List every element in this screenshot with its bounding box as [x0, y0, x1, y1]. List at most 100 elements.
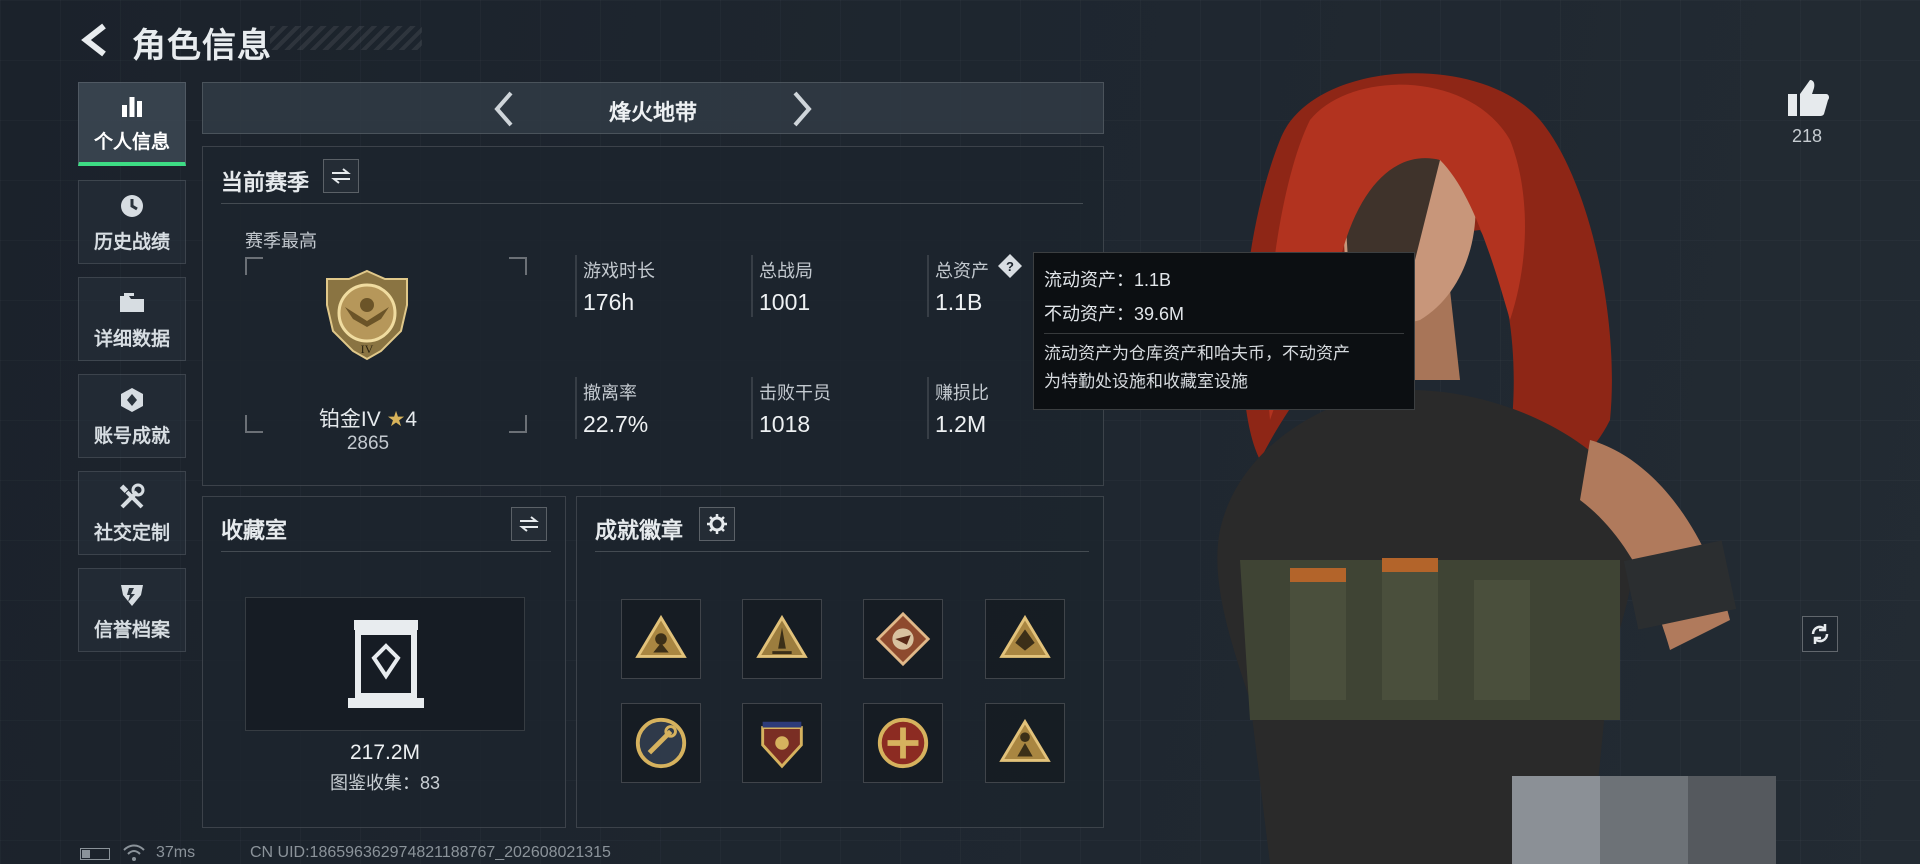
- display-case-icon: [348, 620, 424, 708]
- achievement-badge[interactable]: [985, 703, 1065, 783]
- stat-divider: [927, 255, 929, 317]
- stat-label: 游戏时长: [583, 261, 655, 281]
- sidebar-item-label: 账号成就: [93, 425, 170, 447]
- map-name: 烽火地带: [608, 100, 697, 125]
- sidebar-item-label: 社交定制: [93, 522, 170, 544]
- achievement-badge[interactable]: [863, 703, 943, 783]
- collection-title: 收藏室: [221, 518, 288, 543]
- clock-icon: [121, 194, 143, 217]
- stat-divider: [751, 377, 753, 439]
- achievements-title: 成就徽章: [595, 518, 684, 543]
- frame-corner: [245, 257, 263, 275]
- fixed-assets: 不动资产：39.6M: [1044, 304, 1185, 324]
- bar-chart-icon: [122, 97, 142, 117]
- rank-name: 铂金IV: [318, 408, 381, 431]
- achievement-badge[interactable]: [621, 703, 701, 783]
- divider: [595, 551, 1089, 552]
- stat-divider: [751, 255, 753, 317]
- rank-numeral: IV: [361, 342, 374, 356]
- triangle-rocket-icon: [756, 614, 808, 658]
- cross-badge-icon: [877, 717, 929, 769]
- triangle-figure-icon: [999, 718, 1051, 762]
- switch-collection-button[interactable]: [511, 507, 547, 541]
- frame-corner: [509, 415, 527, 433]
- stat-divider: [575, 377, 577, 439]
- sidebar-item-label: 详细数据: [93, 328, 170, 350]
- folder-icon: [120, 292, 144, 312]
- divider: [221, 551, 551, 552]
- page-title: 角色信息: [132, 27, 272, 65]
- sidebar-item-detailed-data[interactable]: 详细数据: [78, 277, 186, 361]
- achievement-badge[interactable]: [742, 703, 822, 783]
- rotate-model-button[interactable]: [1802, 616, 1838, 652]
- achievement-badge[interactable]: [621, 599, 701, 679]
- frame-corner: [509, 257, 527, 275]
- sidebar-item-achievements[interactable]: 账号成就: [78, 374, 186, 458]
- back-arrow-icon: [81, 23, 106, 57]
- achievement-badge[interactable]: [863, 599, 943, 679]
- season-best-label: 赛季最高: [245, 231, 317, 251]
- triangle-emblem-icon: [999, 614, 1051, 658]
- frame-corner: [245, 415, 263, 433]
- overlay-block: [1688, 776, 1776, 864]
- stat-label: 击败干员: [759, 383, 831, 403]
- battery-icon: [80, 848, 110, 860]
- tooltip-desc-2: 为特勤处设施和收藏室设施: [1044, 372, 1248, 391]
- stars-shield-badge-icon: [761, 721, 803, 769]
- collection-preview[interactable]: [245, 597, 525, 731]
- star-icon: ★: [386, 408, 406, 431]
- chevron-right-icon: [793, 91, 812, 127]
- divider: [221, 203, 1083, 204]
- switch-season-button[interactable]: [323, 159, 359, 193]
- thumbs-up-icon: [1788, 80, 1830, 116]
- sidebar-item-social-custom[interactable]: 社交定制: [78, 471, 186, 555]
- stat-value: 22.7%: [583, 411, 649, 437]
- achievement-badge[interactable]: [985, 599, 1065, 679]
- svg-text:?: ?: [1006, 259, 1014, 274]
- collection-value: 217.2M: [349, 741, 421, 764]
- rank-row: 铂金IV ★4: [283, 403, 453, 433]
- swap-icon: [519, 516, 539, 532]
- tooltip-desc-1: 流动资产为仓库资产和哈夫币，不动资产: [1044, 344, 1350, 363]
- sidebar-item-personal-info[interactable]: 个人信息: [78, 82, 186, 166]
- achievement-settings-button[interactable]: [699, 507, 735, 541]
- overlay-block: [1600, 776, 1688, 864]
- next-map-button[interactable]: [787, 89, 817, 129]
- sidebar-item-label: 历史战绩: [93, 231, 170, 253]
- stat-divider: [575, 255, 577, 317]
- swap-icon: [331, 168, 351, 184]
- tools-icon: [119, 483, 145, 508]
- rank-stars: 4: [405, 408, 418, 431]
- diamond-beast-icon: [875, 611, 931, 667]
- shield-icon: [121, 584, 143, 606]
- sidebar-item-credit-record[interactable]: 信誉档案: [78, 568, 186, 652]
- stat-value: 176h: [583, 289, 635, 315]
- character-portrait: [1217, 73, 1737, 864]
- round-wrench-badge-icon: [635, 717, 687, 769]
- season-title: 当前赛季: [221, 170, 310, 195]
- tooltip-divider: [1044, 333, 1404, 334]
- overlay-block: [1512, 776, 1600, 864]
- achievements-panel: 成就徽章: [576, 496, 1104, 828]
- hexagon-emblem-icon: [121, 387, 143, 412]
- stat-value: 1018: [759, 411, 811, 437]
- stat-divider: [927, 377, 929, 439]
- question-diamond-icon: ?: [998, 254, 1022, 278]
- player-uid: CN UID:18659636297482118876​7_2026080213…: [250, 844, 611, 861]
- rank-score: 2865: [346, 433, 390, 454]
- rank-emblem-icon: IV: [326, 269, 408, 361]
- liquid-assets: 流动资产：1.1B: [1044, 270, 1172, 290]
- title-decoration: [270, 26, 422, 50]
- like-count: 218: [1791, 126, 1823, 146]
- gear-icon: [707, 514, 727, 534]
- triangle-soldier-icon: [635, 614, 687, 658]
- like-button[interactable]: [1786, 78, 1830, 118]
- stat-label: 撤离率: [583, 383, 637, 403]
- ping: 37ms: [156, 844, 196, 861]
- back-button[interactable]: [78, 20, 114, 60]
- asset-help-button[interactable]: ?: [997, 253, 1023, 279]
- sidebar-item-label: 信誉档案: [93, 619, 170, 641]
- sidebar-item-history[interactable]: 历史战绩: [78, 180, 186, 264]
- achievement-badge[interactable]: [742, 599, 822, 679]
- stat-value: 1001: [759, 289, 811, 315]
